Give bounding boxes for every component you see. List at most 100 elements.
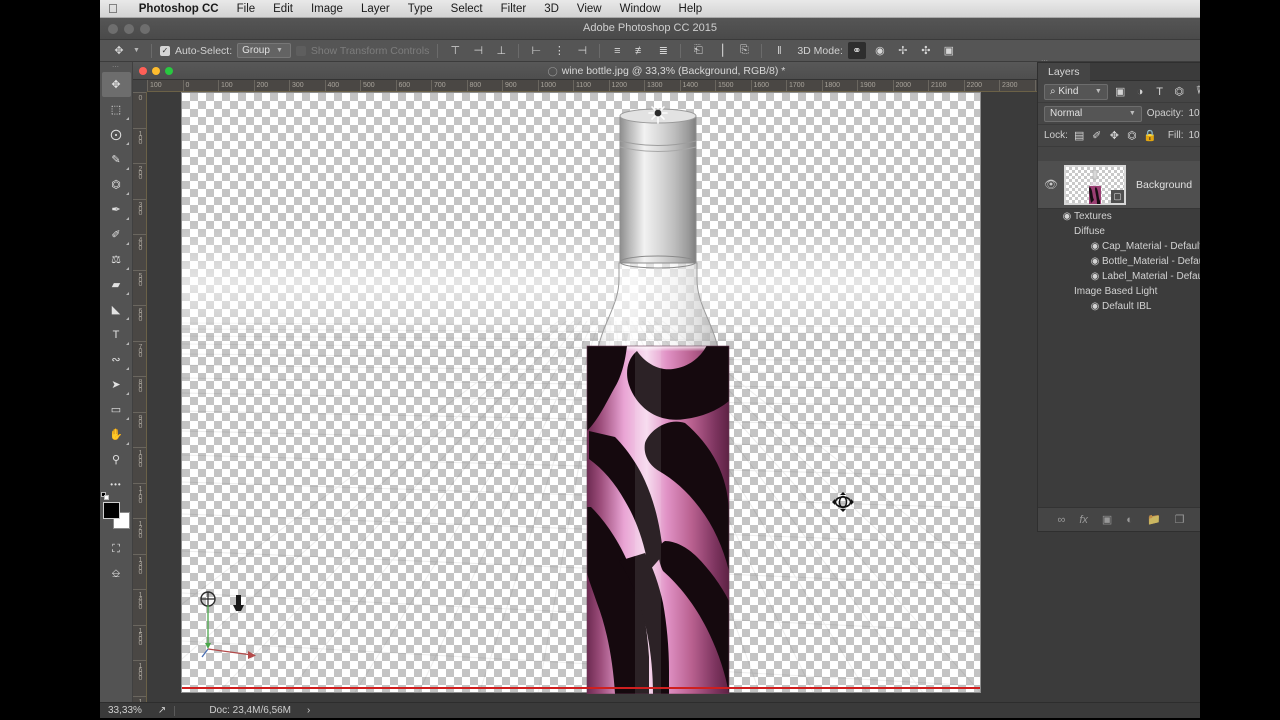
tool-rectangle[interactable]: ▭ <box>102 397 131 422</box>
layer-thumbnail[interactable]: ▢ <box>1064 164 1126 205</box>
tool-path-selection[interactable]: ➤ <box>102 372 131 397</box>
tool-zoom[interactable]: ⚲ <box>102 447 131 472</box>
align-vertical-centers-icon[interactable]: ⊣ <box>469 42 487 59</box>
3d-pan-tool-icon[interactable]: ✢ <box>894 42 912 59</box>
move-tool-icon[interactable]: ✥ <box>110 42 128 59</box>
toolbar-grip[interactable]: ⋯ <box>109 64 123 71</box>
tool-brush[interactable]: ✐ <box>102 222 131 247</box>
color-swatches[interactable] <box>101 492 131 531</box>
tool-pen[interactable]: ∾ <box>102 347 131 372</box>
adjustment-layer-icon[interactable]: ◐ <box>1126 514 1133 526</box>
tool-gradient[interactable]: ◣ <box>102 297 131 322</box>
layer-mask-icon[interactable]: ▣ <box>1102 513 1112 526</box>
foreground-color-swatch[interactable] <box>103 502 120 519</box>
layer-visibility-eye-icon[interactable]: ◉ <box>1060 210 1074 224</box>
align-horizontal-centers-icon[interactable]: ⋮ <box>550 42 568 59</box>
menu-item-filter[interactable]: Filter <box>492 3 536 15</box>
menu-item-help[interactable]: Help <box>670 3 712 15</box>
align-top-edges-icon[interactable]: ⊤ <box>446 42 464 59</box>
show-transform-checkbox[interactable] <box>295 45 306 56</box>
tool-hand[interactable]: ✋ <box>102 422 131 447</box>
menu-item-file[interactable]: File <box>228 3 265 15</box>
tool-marquee[interactable]: ⬚ <box>102 97 131 122</box>
3d-orbit-tool-icon[interactable]: ⚭ <box>847 42 866 59</box>
tool-quick-selection[interactable]: ✎ <box>102 147 131 172</box>
tool-lasso[interactable]: ⨀ <box>102 122 131 147</box>
eraser-icon: ▰ <box>111 279 121 291</box>
ruler-corner[interactable] <box>133 80 147 92</box>
distribute-top-edges-icon[interactable]: ≡ <box>608 42 626 59</box>
ruler-tick: 1200 <box>608 80 627 91</box>
document-size-info: Doc: 23,4M/6,56M <box>209 705 292 716</box>
divider <box>518 43 520 58</box>
menu-item-type[interactable]: Type <box>399 3 442 15</box>
menu-item-window[interactable]: Window <box>611 3 670 15</box>
apple-logo-icon[interactable]:  <box>108 2 118 15</box>
opacity-label: Opacity: <box>1146 108 1184 119</box>
distribute-right-edges-icon[interactable]: ⎘ <box>735 42 753 59</box>
blend-mode-dropdown[interactable]: Normal ▼ <box>1044 105 1142 122</box>
layer-visibility-eye-icon[interactable]: ◉ <box>1088 240 1102 254</box>
new-group-icon[interactable]: 📁 <box>1147 513 1161 526</box>
layer-visibility-eye-icon[interactable]: 👁 <box>1044 178 1058 192</box>
lock-all-icon[interactable]: 🔒 <box>1143 128 1157 143</box>
vertical-ruler[interactable]: 0 100 200 300 400 500 600 700 800 900 1000 1100 1200… <box>133 92 147 718</box>
screen-mode-toggle[interactable]: ⎒ <box>102 562 131 587</box>
distribute-horizontal-centers-icon[interactable]: ⎟ <box>712 42 730 59</box>
3d-zoom-camera-icon[interactable]: ▣ <box>940 42 958 59</box>
quick-mask-toggle[interactable]: ⛶ <box>102 537 131 562</box>
ruler-tick: 700 <box>133 340 146 356</box>
tool-type[interactable]: T <box>102 322 131 347</box>
ruler-tick: 2000 <box>892 80 911 91</box>
tool-eyedropper[interactable]: ✒ <box>102 197 131 222</box>
menu-item-3d[interactable]: 3D <box>535 3 568 15</box>
align-distribute-options-icon[interactable]: ‖ <box>770 42 788 59</box>
artboard-transparent-checkerboard[interactable] <box>181 92 981 694</box>
filter-type-layers-icon[interactable]: T <box>1152 84 1167 99</box>
menu-item-image[interactable]: Image <box>302 3 352 15</box>
auto-select-dropdown[interactable]: Group ▼ <box>237 43 291 58</box>
layer-filter-kind-dropdown[interactable]: ⌕ Kind ▼ <box>1044 83 1108 100</box>
link-layers-icon[interactable]: ∞ <box>1057 514 1065 526</box>
panel-grip[interactable]: ⋯ <box>1041 57 1048 65</box>
lock-artboard-nesting-icon[interactable]: ⏣ <box>1126 128 1139 143</box>
lock-image-pixels-icon[interactable]: ✐ <box>1090 128 1103 143</box>
layer-visibility-eye-icon[interactable]: ◉ <box>1088 270 1102 284</box>
menu-item-select[interactable]: Select <box>442 3 492 15</box>
filter-adjustment-layers-icon[interactable]: ◑ <box>1133 84 1148 99</box>
lock-transparent-pixels-icon[interactable]: ▤ <box>1073 128 1086 143</box>
menu-item-view[interactable]: View <box>568 3 611 15</box>
3d-roll-tool-icon[interactable]: ◉ <box>871 42 889 59</box>
menu-item-layer[interactable]: Layer <box>352 3 399 15</box>
tool-clone-stamp[interactable]: ⚖ <box>102 247 131 272</box>
tool-eraser[interactable]: ▰ <box>102 272 131 297</box>
filter-shape-layers-icon[interactable]: ⏣ <box>1172 84 1187 99</box>
align-right-edges-icon[interactable]: ⊣ <box>573 42 591 59</box>
status-expand-arrow[interactable]: › <box>299 705 318 716</box>
distribute-vertical-centers-icon[interactable]: ≢ <box>631 42 649 59</box>
auto-select-checkbox[interactable]: ✓ <box>159 45 170 56</box>
tool-preset-chevron-icon[interactable]: ▼ <box>133 47 140 54</box>
3d-layer-badge-icon: ▢ <box>1111 189 1124 203</box>
3d-axis-widget[interactable] <box>200 591 260 661</box>
align-left-edges-icon[interactable]: ⊢ <box>527 42 545 59</box>
align-bottom-edges-icon[interactable]: ⊥ <box>492 42 510 59</box>
distribute-left-edges-icon[interactable]: ⎗ <box>689 42 707 59</box>
tool-move[interactable]: ✥ <box>101 72 131 97</box>
new-layer-icon[interactable]: ❐ <box>1175 513 1185 526</box>
fx-icon[interactable]: fx <box>1079 514 1088 526</box>
layer-visibility-eye-icon[interactable]: ◉ <box>1088 300 1102 314</box>
layer-visibility-eye-icon[interactable]: ◉ <box>1088 255 1102 269</box>
distribute-bottom-edges-icon[interactable]: ≣ <box>654 42 672 59</box>
lock-position-icon[interactable]: ✥ <box>1108 128 1121 143</box>
filter-pixel-layers-icon[interactable]: ▣ <box>1113 84 1128 99</box>
default-colors-icon[interactable] <box>101 492 109 500</box>
zoom-level[interactable]: 33,33% <box>100 705 150 716</box>
menu-item-photoshop[interactable]: Photoshop CC <box>130 3 228 15</box>
3d-slide-tool-icon[interactable]: ✣ <box>917 42 935 59</box>
wine-bottle-3d-model[interactable] <box>585 101 731 694</box>
tab-layers[interactable]: Layers <box>1038 62 1090 81</box>
share-icon[interactable]: ↗ <box>150 705 174 716</box>
menu-item-edit[interactable]: Edit <box>264 3 302 15</box>
tool-crop[interactable]: ⏣ <box>102 172 131 197</box>
